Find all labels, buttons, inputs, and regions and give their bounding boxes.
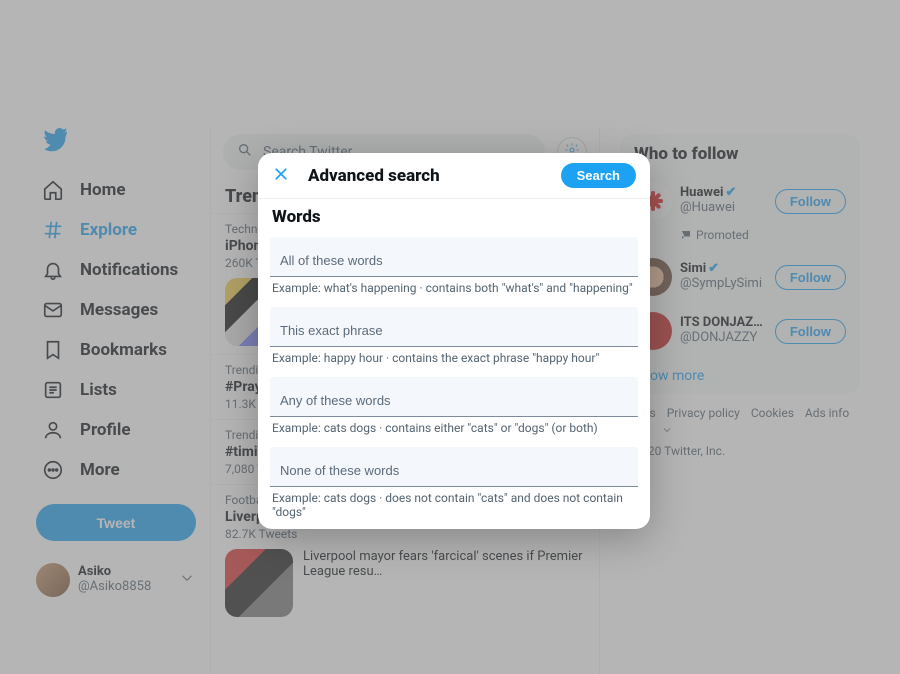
all-words-input[interactable] (270, 237, 638, 276)
field-example: Example: cats dogs · contains either "ca… (260, 417, 648, 443)
close-icon (272, 165, 290, 187)
any-words-input[interactable] (270, 377, 638, 416)
modal-title: Advanced search (308, 166, 543, 186)
field-example: Example: cats dogs · does not contain "c… (260, 487, 648, 527)
modal-body[interactable]: Words Example: what's happening · contai… (258, 199, 650, 529)
advanced-search-modal: Advanced search Search Words Example: wh… (258, 153, 650, 529)
field-exact-phrase (270, 307, 638, 347)
search-button[interactable]: Search (561, 163, 636, 188)
field-all-words (270, 237, 638, 277)
exact-phrase-input[interactable] (270, 307, 638, 346)
group-title: Words (260, 199, 648, 233)
field-example: Example: happy hour · contains the exact… (260, 347, 648, 373)
none-words-input[interactable] (270, 447, 638, 486)
field-example: Example: what's happening · contains bot… (260, 277, 648, 303)
close-button[interactable] (272, 165, 290, 187)
field-any-words (270, 377, 638, 417)
field-none-words (270, 447, 638, 487)
